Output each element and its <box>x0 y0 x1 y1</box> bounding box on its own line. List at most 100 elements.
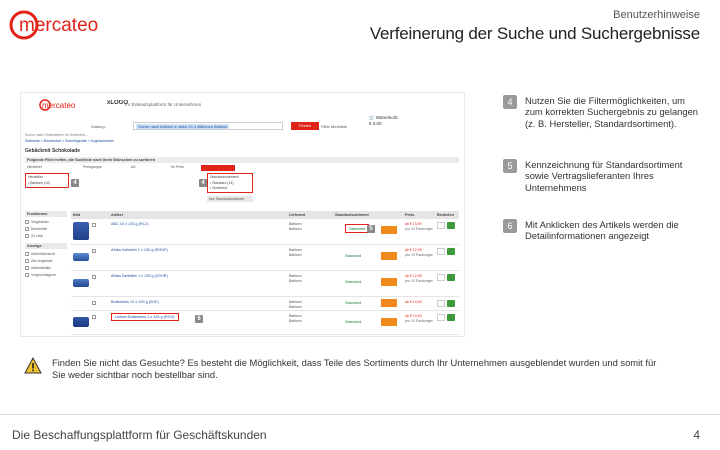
cart-widget[interactable]: 🛒 Warenkorb € 0,00 <box>369 115 398 126</box>
col-article[interactable]: Artikel <box>111 213 123 217</box>
warning-icon <box>24 357 42 374</box>
sidebar-item-notepad[interactable]: Merkzettel <box>25 227 47 231</box>
add-to-cart-button[interactable] <box>447 222 455 229</box>
product-image[interactable] <box>73 253 89 261</box>
article-link[interactable]: ABC 10 x 125 g (RCJ) <box>111 222 149 226</box>
table-row: Butterkeks 12 x 125 g (2GK) Bahlsen Bahls… <box>71 297 459 311</box>
col-price[interactable]: Preis <box>405 213 414 217</box>
article-link[interactable]: Leibniz Butterkeks 1 x 125 g (RCH) <box>111 313 179 321</box>
sidebar-item-suggested[interactable]: Vorgeschlagene <box>25 273 56 277</box>
price: ab € 10,49 pro 10 Packungen <box>405 314 434 323</box>
add-to-cart-button[interactable] <box>447 314 455 321</box>
filter-col-type[interactable]: Art <box>131 165 135 169</box>
sidebar-item-compare[interactable]: Vergleichen <box>25 220 49 224</box>
note-text: Nutzen Sie die Filtermöglichkeiten, um z… <box>525 95 699 129</box>
checkbox[interactable] <box>25 259 29 263</box>
sidebar-item-all-offers[interactable]: Alle Angebote <box>25 259 53 263</box>
katalog-label: Katalog: <box>91 124 106 129</box>
row-checkbox[interactable] <box>92 301 96 305</box>
note-text: Kennzeichnung für Standardsortiment sowi… <box>525 159 683 193</box>
cart-label: Warenkorb <box>375 115 398 120</box>
table-row: Afrika Zartbitter 1 x 130 g (2GHR) Bahls… <box>71 271 459 297</box>
quantity-input[interactable] <box>437 314 445 321</box>
filter-col-price[interactable]: Ihr Preis <box>171 165 184 169</box>
row-checkbox[interactable] <box>92 223 96 227</box>
footer-divider <box>0 414 720 415</box>
note-number: 5 <box>503 159 517 173</box>
svg-text:mercateo: mercateo <box>42 101 76 110</box>
standard-label: Standard <box>345 319 362 324</box>
standard-filter-option-2[interactable]: • Sortiment <box>208 186 252 192</box>
checkbox[interactable] <box>25 220 29 224</box>
sidebar-item-overview[interactable]: Artikelübersicht <box>25 252 55 256</box>
supplier: Bahlsen Bahlsen <box>289 248 302 257</box>
article-link[interactable]: Afrika Zartbitter 1 x 130 g (2GHR) <box>111 274 168 278</box>
filter-apply-button[interactable] <box>201 165 235 171</box>
product-image[interactable] <box>73 222 89 240</box>
search-breadcrumb: Suche nach »Schreiben« im Sortiment... <box>25 133 88 137</box>
article-link[interactable]: Afrika Vollmilch 1 x 130 g (RGHF) <box>111 248 168 252</box>
article-link[interactable]: Butterkeks 12 x 125 g (2GK) <box>111 300 159 304</box>
supplier: Bahlsen Bahlsen <box>289 300 302 309</box>
sidebar-item-details[interactable]: Artikeldetails <box>25 266 51 270</box>
checkbox[interactable] <box>25 266 29 270</box>
supplier: Bahlsen Bahlsen <box>289 314 302 323</box>
product-image[interactable] <box>73 317 89 327</box>
shop-search-input[interactable]: Suche nach Artikeln in allen 24,4 Millio… <box>133 122 283 130</box>
price: ab € 12,99 pro 10 Packungen <box>405 274 434 283</box>
checkbox[interactable] <box>25 234 29 238</box>
warning-text: Finden Sie nicht das Gesuchte? Es besteh… <box>52 357 657 380</box>
quantity-input[interactable] <box>437 248 445 255</box>
manufacturer-filter-option[interactable]: • Bahlsen (10) <box>26 181 68 187</box>
row-checkbox[interactable] <box>92 315 96 319</box>
mercateo-logo: mercateo <box>9 10 98 40</box>
sidebar-item-list[interactable]: Zu Liste <box>25 234 43 238</box>
page-title: Verfeinerung der Suche und Suchergebniss… <box>369 24 700 43</box>
row-checkbox[interactable] <box>92 249 96 253</box>
supplier: Bahlsen Bahlsen <box>289 274 302 283</box>
filter-row: Hersteller Preisgruppe Art Ihr Preis <box>25 164 459 171</box>
table-row: Afrika Vollmilch 1 x 130 g (RGHF) Bahlse… <box>71 245 459 271</box>
row-checkbox[interactable] <box>92 275 96 279</box>
note-5: 5 Kennzeichnung für Standardsortiment so… <box>503 159 703 199</box>
quantity-input[interactable] <box>437 274 445 281</box>
filter-bar: Folgende Filter helfen, die Suchliste na… <box>25 157 459 163</box>
find-button[interactable]: Finden <box>291 122 319 130</box>
page-number: 4 <box>693 428 700 442</box>
col-standard[interactable]: Standardsortiment <box>335 213 369 217</box>
filter-col-manufacturer[interactable]: Hersteller <box>27 165 42 169</box>
category-breadcrumb[interactable]: Startseite > Bürobedarf > Schreibgeräte … <box>25 139 114 143</box>
quantity-input[interactable] <box>437 300 445 307</box>
standard-filter-box[interactable]: Standardsortiment • Standard (14) • Sort… <box>207 173 253 193</box>
section-label: Benutzerhinweise <box>613 9 700 21</box>
note-6: 6 Mit Anklicken des Artikels werden die … <box>503 219 703 249</box>
note-text: Mit Anklicken des Artikels werden die De… <box>525 219 679 242</box>
quantity-input[interactable] <box>437 222 445 229</box>
price: ab € 12,99 pro 10 Packungen <box>405 248 434 257</box>
marker-4-left: 4 <box>71 179 79 187</box>
logo-text: mercateo <box>19 15 98 36</box>
table-row: ABC 10 x 125 g (RCJ) Bahlsen Bahlsen Stan… <box>71 219 459 245</box>
standard-badge <box>381 226 397 234</box>
add-to-cart-button[interactable] <box>447 300 455 307</box>
filter-hint[interactable]: Filter Merkliste <box>321 124 347 129</box>
checkbox[interactable] <box>25 252 29 256</box>
checkbox[interactable] <box>25 227 29 231</box>
add-to-cart-button[interactable] <box>447 274 455 281</box>
standard-badge <box>381 278 397 286</box>
marker-5: 5 <box>367 225 375 233</box>
col-supplier[interactable]: Lieferant <box>289 213 305 217</box>
results-table-header: Bild Artikel Lieferant Standardsortiment… <box>71 211 459 219</box>
filter-col-pricegroup[interactable]: Preisgruppe <box>83 165 102 169</box>
col-image: Bild <box>73 213 81 217</box>
manufacturer-filter-box[interactable]: Hersteller • Bahlsen (10) <box>25 173 69 188</box>
checkbox[interactable] <box>25 273 29 277</box>
only-standard-toggle[interactable]: Nur Standardsortiment <box>207 196 253 202</box>
cart-amount: € 0,00 <box>369 121 382 126</box>
standard-label: Standard <box>345 224 370 233</box>
add-to-cart-button[interactable] <box>447 248 455 255</box>
product-image[interactable] <box>73 279 89 287</box>
category-title: Gebäckmit Schokolade <box>25 148 81 154</box>
shop-logo: mercateo <box>39 99 76 111</box>
cart-icon: 🛒 <box>369 115 375 120</box>
